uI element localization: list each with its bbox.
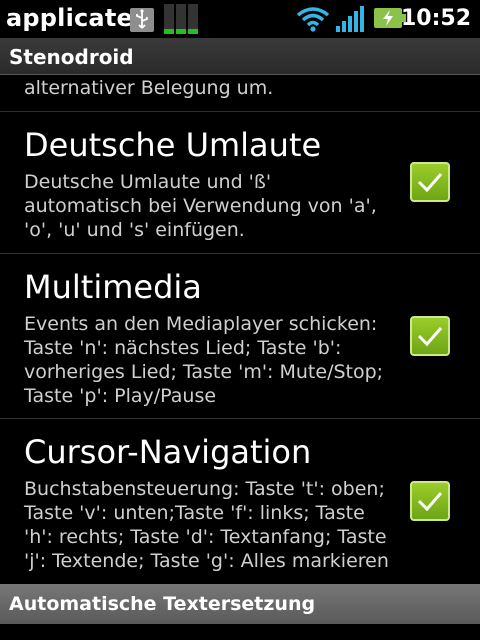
preference-cursor-navigation[interactable]: Cursor-Navigation Buchstabensteuerung: T… bbox=[0, 419, 480, 584]
preference-summary: Deutsche Umlaute und 'ß' automatisch bei… bbox=[24, 171, 377, 241]
section-header: Automatische Textersetzung bbox=[0, 584, 480, 624]
preference-title: Deutsche Umlaute bbox=[24, 126, 322, 164]
usb-icon bbox=[130, 8, 154, 32]
preference-title: Cursor-Navigation bbox=[24, 433, 312, 471]
multimedia-checkbox[interactable] bbox=[410, 316, 450, 356]
checkmark-icon bbox=[417, 173, 443, 193]
status-clock: 10:52 bbox=[400, 6, 471, 31]
wifi-icon bbox=[296, 6, 330, 32]
preference-multimedia[interactable]: Multimedia Events an den Mediaplayer sch… bbox=[0, 254, 480, 417]
section-header-title: Automatische Textersetzung bbox=[9, 593, 316, 615]
umlaute-checkbox[interactable] bbox=[410, 162, 450, 202]
status-bar: applicate 10:52 bbox=[0, 0, 480, 38]
cpu-usage-icon bbox=[164, 4, 198, 34]
cursor-navigation-checkbox[interactable] bbox=[410, 481, 450, 521]
title-bar: Stenodroid bbox=[0, 38, 480, 75]
preference-summary: Events an den Mediaplayer schicken: Tast… bbox=[24, 313, 384, 407]
checkmark-icon bbox=[417, 327, 443, 347]
signal-icon bbox=[336, 6, 366, 32]
preference-list[interactable]: alternativer Belegung um. Deutsche Umlau… bbox=[0, 75, 480, 584]
preference-summary: Buchstabensteuerung: Taste 't': oben; Ta… bbox=[24, 478, 389, 572]
checkmark-icon bbox=[417, 492, 443, 512]
status-app-name: applicate bbox=[6, 4, 133, 32]
preference-deutsche-umlaute[interactable]: Deutsche Umlaute Deutsche Umlaute und 'ß… bbox=[0, 112, 480, 252]
page-title: Stenodroid bbox=[9, 45, 134, 69]
preference-title: Multimedia bbox=[24, 268, 202, 306]
partial-summary-text: alternativer Belegung um. bbox=[24, 77, 274, 99]
